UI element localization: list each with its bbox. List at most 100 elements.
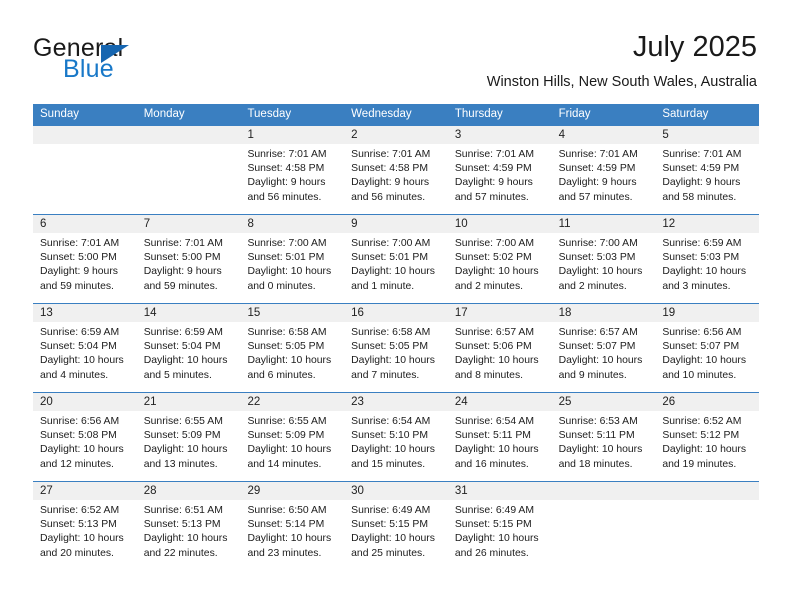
day-cell[interactable]: Sunrise: 6:50 AM Sunset: 5:14 PM Dayligh… — [240, 500, 344, 570]
day-cell[interactable]: Sunrise: 7:00 AM Sunset: 5:03 PM Dayligh… — [552, 233, 656, 303]
day-cell[interactable]: Sunrise: 7:00 AM Sunset: 5:01 PM Dayligh… — [240, 233, 344, 303]
day-cell[interactable]: Sunrise: 6:52 AM Sunset: 5:12 PM Dayligh… — [655, 411, 759, 481]
daylight-text-line2: and 26 minutes. — [454, 547, 529, 559]
day-cell[interactable]: Sunrise: 6:49 AM Sunset: 5:15 PM Dayligh… — [448, 500, 552, 570]
daylight-text-line2: and 18 minutes. — [558, 458, 633, 470]
day-number — [33, 126, 137, 144]
sunrise-text: Sunrise: 6:57 AM — [454, 327, 535, 338]
day-number: 29 — [247, 485, 261, 497]
sunrise-text: Sunrise: 6:55 AM — [143, 416, 223, 427]
weekday-header-wednesday: Wednesday — [351, 108, 412, 120]
sunset-text: Sunset: 5:04 PM — [40, 341, 117, 353]
day-cell[interactable] — [655, 500, 759, 570]
daylight-text-line2: and 59 minutes. — [143, 280, 218, 292]
general-blue-logo[interactable]: General Blue — [33, 34, 273, 90]
day-cell[interactable]: Sunrise: 7:00 AM Sunset: 5:02 PM Dayligh… — [448, 233, 552, 303]
weekday-header-monday: Monday — [143, 108, 185, 120]
sunset-text: Sunset: 5:04 PM — [143, 341, 221, 353]
day-cell[interactable]: Sunrise: 6:59 AM Sunset: 5:04 PM Dayligh… — [33, 322, 137, 392]
day-cell[interactable]: Sunrise: 6:55 AM Sunset: 5:09 PM Dayligh… — [137, 411, 241, 481]
daylight-text-line2: and 57 minutes. — [454, 191, 529, 203]
day-number: 2 — [351, 129, 358, 141]
day-number: 20 — [40, 396, 53, 408]
daylight-text-line2: and 2 minutes. — [558, 280, 627, 292]
day-cell[interactable]: Sunrise: 6:59 AM Sunset: 5:03 PM Dayligh… — [655, 233, 759, 303]
day-number: 19 — [662, 307, 676, 319]
sunrise-text: Sunrise: 6:58 AM — [351, 327, 431, 338]
day-cell[interactable]: Sunrise: 6:55 AM Sunset: 5:09 PM Dayligh… — [240, 411, 344, 481]
daylight-text-line2: and 14 minutes. — [247, 458, 322, 470]
sunset-text: Sunset: 5:01 PM — [247, 252, 325, 264]
daylight-text-line2: and 2 minutes. — [454, 280, 524, 292]
day-cell[interactable] — [552, 500, 656, 570]
day-cell[interactable]: Sunrise: 7:01 AM Sunset: 4:58 PM Dayligh… — [240, 144, 344, 214]
weekday-header-friday: Friday — [558, 108, 591, 120]
day-cell[interactable]: Sunrise: 7:01 AM Sunset: 5:00 PM Dayligh… — [137, 233, 241, 303]
day-cell[interactable]: Sunrise: 6:56 AM Sunset: 5:07 PM Dayligh… — [655, 322, 759, 392]
day-cell[interactable]: Sunrise: 6:54 AM Sunset: 5:10 PM Dayligh… — [344, 411, 448, 481]
day-cell[interactable]: Sunrise: 6:54 AM Sunset: 5:11 PM Dayligh… — [448, 411, 552, 481]
daylight-text-line2: and 16 minutes. — [454, 458, 529, 470]
sunset-text: Sunset: 5:10 PM — [351, 430, 428, 442]
daylight-text-line2: and 25 minutes. — [351, 547, 426, 559]
sunrise-text: Sunrise: 6:52 AM — [662, 416, 742, 427]
daylight-text-line1: Daylight: 9 hours — [247, 177, 326, 189]
day-number: 11 — [558, 218, 571, 230]
day-number: 15 — [247, 307, 261, 319]
sunset-text: Sunset: 5:13 PM — [40, 519, 117, 531]
day-cell[interactable]: Sunrise: 7:01 AM Sunset: 4:59 PM Dayligh… — [552, 144, 656, 214]
day-cell[interactable]: Sunrise: 7:00 AM Sunset: 5:01 PM Dayligh… — [344, 233, 448, 303]
daylight-text-line1: Daylight: 10 hours — [247, 533, 332, 545]
page-header: General Blue July 2025 Winston Hills, Ne… — [33, 30, 757, 96]
day-cell[interactable]: Sunrise: 6:58 AM Sunset: 5:05 PM Dayligh… — [344, 322, 448, 392]
day-cell[interactable]: Sunrise: 6:59 AM Sunset: 5:04 PM Dayligh… — [137, 322, 241, 392]
daylight-text-line1: Daylight: 10 hours — [662, 444, 747, 456]
day-number: 7 — [143, 218, 151, 230]
page-subtitle: Winston Hills, New South Wales, Australi… — [486, 74, 757, 90]
day-cell[interactable]: Sunrise: 6:51 AM Sunset: 5:13 PM Dayligh… — [137, 500, 241, 570]
day-cell[interactable]: Sunrise: 7:01 AM Sunset: 4:58 PM Dayligh… — [344, 144, 448, 214]
day-cell[interactable]: Sunrise: 6:56 AM Sunset: 5:08 PM Dayligh… — [33, 411, 137, 481]
sunset-text: Sunset: 5:06 PM — [454, 341, 532, 353]
day-cell[interactable]: Sunrise: 6:58 AM Sunset: 5:05 PM Dayligh… — [240, 322, 344, 392]
day-cell[interactable]: Sunrise: 7:01 AM Sunset: 4:59 PM Dayligh… — [655, 144, 759, 214]
day-cell[interactable] — [33, 144, 137, 214]
sunset-text: Sunset: 5:01 PM — [351, 252, 428, 264]
calendar-grid: Sunday Monday Tuesday Wednesday Thursday… — [33, 104, 759, 570]
daylight-text-line1: Daylight: 10 hours — [40, 355, 124, 367]
sunset-text: Sunset: 5:14 PM — [247, 519, 325, 531]
day-cell[interactable]: Sunrise: 6:53 AM Sunset: 5:11 PM Dayligh… — [552, 411, 656, 481]
day-cell[interactable]: Sunrise: 6:49 AM Sunset: 5:15 PM Dayligh… — [344, 500, 448, 570]
daylight-text-line2: and 59 minutes. — [40, 280, 114, 292]
sunrise-text: Sunrise: 6:55 AM — [247, 416, 327, 427]
day-cell[interactable]: Sunrise: 7:01 AM Sunset: 4:59 PM Dayligh… — [448, 144, 552, 214]
day-number: 9 — [351, 218, 358, 230]
day-cell[interactable] — [137, 144, 241, 214]
sunrise-text: Sunrise: 6:49 AM — [454, 505, 535, 516]
daylight-text-line2: and 8 minutes. — [454, 369, 524, 381]
day-cell[interactable]: Sunrise: 6:52 AM Sunset: 5:13 PM Dayligh… — [33, 500, 137, 570]
day-number: 25 — [558, 396, 572, 408]
daylight-text-line2: and 7 minutes. — [351, 369, 420, 381]
week-daynumber-band: 20 21 22 23 24 25 26 — [33, 393, 759, 411]
week-detail-band: Sunrise: 6:56 AM Sunset: 5:08 PM Dayligh… — [33, 411, 759, 481]
day-number: 18 — [558, 307, 572, 319]
day-cell[interactable]: Sunrise: 6:57 AM Sunset: 5:06 PM Dayligh… — [448, 322, 552, 392]
daylight-text-line1: Daylight: 10 hours — [143, 444, 228, 456]
daylight-text-line1: Daylight: 10 hours — [454, 355, 539, 367]
calendar-week-row: 27 28 29 30 31 Sunrise: 6:52 AM Sunset: … — [33, 481, 759, 570]
day-number: 27 — [40, 485, 53, 497]
sunset-text: Sunset: 5:12 PM — [662, 430, 740, 442]
day-number: 28 — [143, 485, 157, 497]
day-cell[interactable]: Sunrise: 7:01 AM Sunset: 5:00 PM Dayligh… — [33, 233, 137, 303]
sunset-text: Sunset: 5:07 PM — [558, 341, 636, 353]
page-title: July 2025 — [632, 31, 757, 63]
week-daynumber-band: 1 2 3 4 5 — [33, 126, 759, 144]
sunrise-text: Sunrise: 6:51 AM — [143, 505, 223, 516]
daylight-text-line1: Daylight: 9 hours — [662, 177, 741, 189]
daylight-text-line2: and 56 minutes. — [247, 191, 322, 203]
sunset-text: Sunset: 4:58 PM — [351, 163, 428, 175]
day-number: 10 — [454, 218, 468, 230]
daylight-text-line1: Daylight: 10 hours — [351, 266, 435, 278]
day-cell[interactable]: Sunrise: 6:57 AM Sunset: 5:07 PM Dayligh… — [552, 322, 656, 392]
